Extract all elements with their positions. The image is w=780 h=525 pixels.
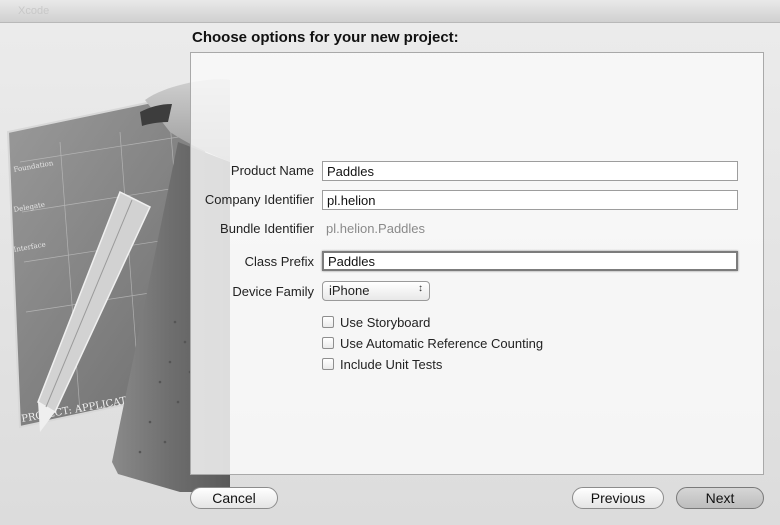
product-name-label: Product Name <box>230 163 314 178</box>
bundle-identifier-value: pl.helion.Paddles <box>326 221 426 236</box>
checkbox-box[interactable] <box>322 337 334 349</box>
page-title: Choose options for your new project: <box>192 29 459 46</box>
class-prefix-field[interactable] <box>322 251 738 271</box>
checkbox-label: Use Automatic Reference Counting <box>340 335 544 351</box>
next-button[interactable]: Next <box>676 487 764 509</box>
device-family-label: Device Family <box>232 284 314 299</box>
checkbox-box[interactable] <box>322 316 334 328</box>
product-name-field[interactable] <box>322 161 738 181</box>
title-bar: Xcode <box>0 0 780 23</box>
class-prefix-label: Class Prefix <box>244 254 314 269</box>
device-family-select[interactable]: iPhone ↕ <box>322 281 430 301</box>
new-project-window: Xcode Foundation Delegate Interface PROJ… <box>0 0 780 525</box>
company-identifier-field[interactable] <box>322 190 738 210</box>
checkbox-box[interactable] <box>322 358 334 370</box>
include-unit-tests-checkbox[interactable]: Include Unit Tests <box>322 356 442 372</box>
use-storyboard-checkbox[interactable]: Use Storyboard <box>322 314 430 330</box>
company-identifier-label: Company Identifier <box>204 192 314 207</box>
device-family-value: iPhone <box>329 283 370 298</box>
chevron-updown-icon: ↕ <box>418 283 423 294</box>
bundle-identifier-label: Bundle Identifier <box>220 221 314 236</box>
use-arc-checkbox[interactable]: Use Automatic Reference Counting <box>322 335 543 351</box>
cancel-button[interactable]: Cancel <box>190 487 278 509</box>
previous-button[interactable]: Previous <box>572 487 664 509</box>
window-title: Xcode <box>18 5 50 17</box>
checkbox-label: Include Unit Tests <box>340 356 443 372</box>
checkbox-label: Use Storyboard <box>340 314 431 330</box>
